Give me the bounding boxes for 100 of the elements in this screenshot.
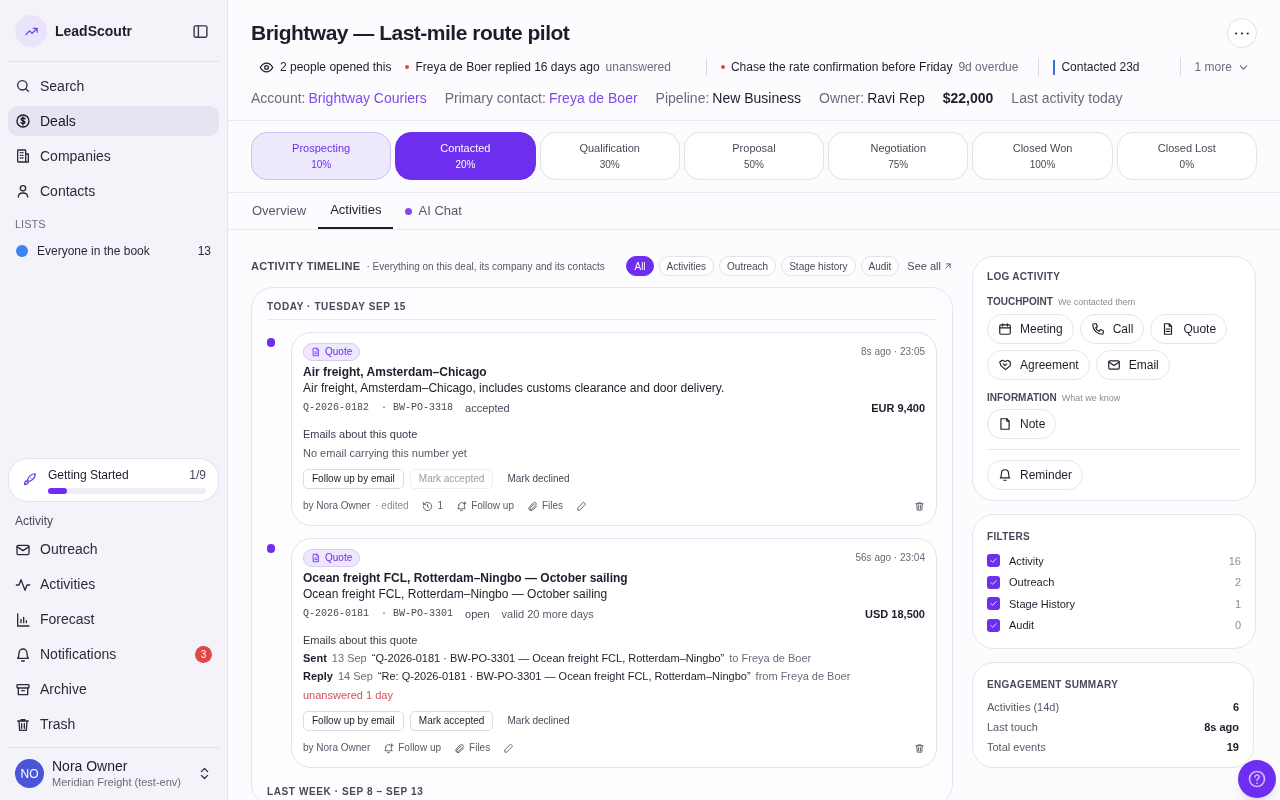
checkbox[interactable] bbox=[987, 575, 1000, 589]
filter-chip[interactable]: Outreach bbox=[719, 256, 777, 276]
tab[interactable]: Activities bbox=[318, 193, 394, 229]
timestamp: 56s ago · 23:04 bbox=[855, 551, 925, 565]
stage-pill[interactable]: Prospecting 10% bbox=[251, 132, 392, 180]
card-description: Ocean freight FCL, Rotterdam–Ningbo — October sailing bbox=[303, 586, 609, 602]
log-button[interactable]: Reminder bbox=[987, 460, 1084, 490]
section-hint: We contacted them bbox=[1057, 296, 1136, 309]
history-button[interactable]: 1 bbox=[421, 498, 444, 514]
stage-pill[interactable]: Negotiation 75% bbox=[828, 132, 969, 180]
filter-chip[interactable]: Stage history bbox=[781, 256, 856, 276]
fact-value: Ravi Rep bbox=[867, 89, 925, 108]
section-hint: What we know bbox=[1061, 391, 1121, 405]
log-button[interactable]: Meeting bbox=[987, 313, 1074, 344]
stage-name: Qualification bbox=[579, 141, 640, 157]
help-button[interactable] bbox=[1238, 760, 1276, 798]
archive-icon bbox=[15, 681, 31, 698]
log-button[interactable]: Call bbox=[1079, 313, 1145, 344]
delete-button[interactable] bbox=[914, 742, 925, 754]
fact-note: Last activity today bbox=[1011, 89, 1123, 108]
stage-probability: 30% bbox=[599, 157, 620, 172]
log-button[interactable]: Agreement bbox=[987, 349, 1090, 380]
checkbox[interactable] bbox=[987, 554, 1000, 568]
fact-link[interactable]: Freya de Boer bbox=[548, 88, 638, 109]
nav-item[interactable]: Contacts bbox=[8, 176, 219, 206]
check-icon bbox=[989, 620, 998, 630]
quote-amount: EUR 9,400 bbox=[871, 401, 925, 416]
nav-item[interactable]: Forecast bbox=[8, 604, 219, 635]
stage-pill[interactable]: Proposal 50% bbox=[683, 132, 825, 180]
filter-chip[interactable]: All bbox=[626, 256, 654, 276]
log-button[interactable]: Note bbox=[987, 409, 1057, 439]
more-link[interactable]: 1 more bbox=[1194, 58, 1250, 76]
section-label: TOUCHPOINT bbox=[987, 295, 1053, 309]
summary-label: Last touch bbox=[987, 719, 1038, 735]
follow-up-button[interactable]: Follow up bbox=[383, 740, 442, 756]
section-subtitle: · Everything on this deal, its company and its contacts bbox=[366, 259, 606, 274]
delete-button[interactable] bbox=[914, 500, 925, 512]
tab[interactable]: Overview bbox=[240, 193, 319, 229]
nav-item[interactable]: Activities bbox=[8, 569, 219, 600]
org-name: Meridian Freight (test-env) bbox=[52, 774, 182, 790]
stage-pill[interactable]: Closed Lost 0% bbox=[1116, 132, 1257, 180]
bell-plus-icon bbox=[383, 742, 395, 754]
list-item[interactable]: Everyone in the book 13 bbox=[8, 236, 219, 265]
tab[interactable]: AI Chat bbox=[393, 193, 474, 229]
checkbox[interactable] bbox=[987, 597, 1000, 611]
files-button[interactable]: Files bbox=[527, 498, 564, 514]
nav-item[interactable]: Companies bbox=[8, 141, 219, 171]
action-button[interactable]: Mark accepted bbox=[409, 711, 494, 731]
pencil-icon bbox=[576, 500, 588, 512]
checkbox[interactable] bbox=[987, 618, 1000, 632]
trash-icon bbox=[914, 500, 925, 512]
stage-pill[interactable]: Contacted 20% bbox=[395, 132, 536, 180]
check-icon bbox=[989, 577, 998, 587]
action-button[interactable]: Mark declined bbox=[499, 711, 578, 731]
summary-label: Activities (14d) bbox=[987, 699, 1060, 715]
signal-text: Contacted 23d bbox=[1061, 59, 1140, 76]
section-label: INFORMATION bbox=[987, 390, 1057, 405]
warning-text: unanswered 1 day bbox=[303, 688, 394, 703]
nav-item[interactable]: Trash bbox=[8, 709, 219, 740]
fact-link[interactable]: Brightway Couriers bbox=[308, 88, 427, 109]
arrow-icon bbox=[943, 261, 953, 271]
group-heading: TODAY · TUESDAY SEP 15 bbox=[267, 300, 937, 320]
edit-button[interactable] bbox=[503, 742, 515, 754]
action-button[interactable]: Follow up by email bbox=[303, 469, 404, 489]
phone-icon bbox=[1090, 321, 1105, 336]
filter-chip[interactable]: Activities bbox=[658, 256, 715, 276]
type-badge: Quote bbox=[303, 549, 361, 567]
files-button[interactable]: Files bbox=[454, 740, 491, 756]
nav-item[interactable]: Outreach bbox=[8, 534, 219, 565]
stage-pill[interactable]: Qualification 30% bbox=[539, 132, 680, 180]
filter-count: 0 bbox=[1234, 618, 1241, 633]
stage-pill[interactable]: Closed Won 100% bbox=[972, 132, 1113, 180]
author-text: by Nora Owner bbox=[303, 741, 371, 755]
log-button[interactable]: Quote bbox=[1150, 313, 1228, 344]
timestamp: 8s ago · 23:05 bbox=[861, 345, 925, 359]
bell-icon bbox=[998, 468, 1012, 482]
nav-item[interactable]: Archive bbox=[8, 674, 219, 705]
log-button[interactable]: Email bbox=[1095, 349, 1170, 380]
summary-value: 6 bbox=[1232, 699, 1239, 715]
section-title: ACTIVITY TIMELINE bbox=[251, 258, 361, 274]
stage-probability: 0% bbox=[1179, 157, 1195, 172]
nav-item[interactable]: Notifications 3 bbox=[8, 639, 219, 670]
filter-chip[interactable]: Audit bbox=[860, 256, 900, 276]
filter-count: 2 bbox=[1234, 575, 1241, 590]
nav-item[interactable]: Search bbox=[8, 71, 219, 101]
bell-plus-icon bbox=[456, 500, 468, 512]
brand-name: LeadScoutr bbox=[55, 21, 133, 41]
getting-started-card[interactable]: Getting Started 1/9 bbox=[8, 457, 219, 502]
document-icon bbox=[311, 347, 321, 357]
edit-button[interactable] bbox=[576, 500, 588, 512]
follow-up-button[interactable]: Follow up bbox=[456, 498, 514, 514]
card-title: Ocean freight FCL, Rotterdam–Ningbo — October sailing bbox=[303, 570, 629, 586]
panel-icon bbox=[192, 22, 209, 40]
action-button[interactable]: Mark declined bbox=[499, 469, 578, 489]
see-all-link[interactable]: See all bbox=[907, 257, 953, 275]
more-icon bbox=[1235, 31, 1249, 35]
action-button[interactable]: Follow up by email bbox=[303, 711, 404, 731]
signal-note: unanswered bbox=[605, 59, 671, 76]
email-direction: Reply bbox=[303, 669, 333, 684]
nav-item[interactable]: Deals bbox=[8, 106, 219, 136]
